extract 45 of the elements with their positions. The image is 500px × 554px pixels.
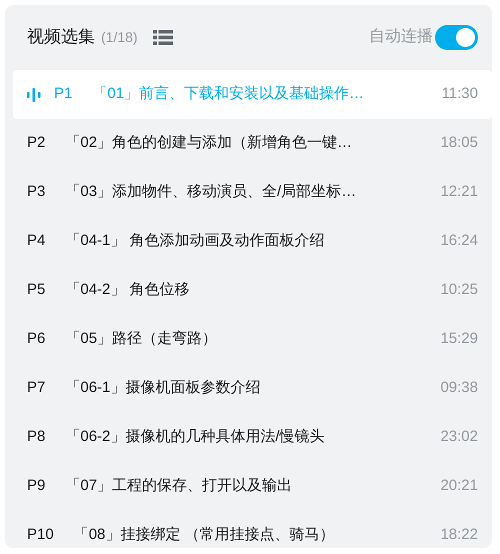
episode-item[interactable]: P2 「02」角色的创建与添加（新增角色一键… 18:05 bbox=[13, 119, 492, 168]
autoplay-label: 自动连播 bbox=[369, 27, 433, 47]
episode-number: P10 bbox=[27, 525, 54, 546]
episode-duration: 20:21 bbox=[440, 476, 478, 496]
episode-duration: 18:05 bbox=[440, 133, 478, 154]
episode-title: 「07」工程的保存、打开以及输出 bbox=[65, 476, 292, 496]
episode-item[interactable]: P4 「04-1」 角色添加动画及动作面板介绍 16:24 bbox=[13, 217, 492, 266]
episode-item[interactable]: P7 「06-1」摄像机面板参数介绍 09:38 bbox=[13, 364, 492, 413]
episode-title: 「01」前言、下载和安装以及基础操作… bbox=[92, 84, 364, 104]
episode-item[interactable]: P6 「05」路径（走弯路） 15:29 bbox=[13, 315, 492, 364]
episode-title: 「06-2」摄像机的几种具体用法/慢镜头 bbox=[65, 427, 325, 448]
episode-item[interactable]: P8 「06-2」摄像机的几种具体用法/慢镜头 23:02 bbox=[13, 413, 492, 462]
episode-number: P4 bbox=[27, 231, 46, 252]
episode-item[interactable]: P5 「04-2」 角色位移 10:25 bbox=[13, 266, 492, 315]
episode-item[interactable]: P9 「07」工程的保存、打开以及输出 20:21 bbox=[13, 462, 492, 511]
episode-title: 「05」路径（走弯路） bbox=[65, 329, 218, 350]
episode-duration: 10:25 bbox=[440, 280, 478, 300]
episode-duration: 16:24 bbox=[440, 231, 478, 252]
playing-icon bbox=[27, 88, 41, 102]
episode-number: P9 bbox=[27, 476, 46, 496]
episode-number: P2 bbox=[27, 133, 46, 154]
episode-item[interactable]: P10 「08」挂接绑定 （常用挂接点、骑马） 18:22 bbox=[13, 511, 492, 548]
episode-duration: 23:02 bbox=[440, 427, 478, 448]
episode-duration: 09:38 bbox=[440, 378, 478, 398]
episode-duration: 15:29 bbox=[440, 329, 478, 350]
episode-title: 「04-2」 角色位移 bbox=[65, 280, 190, 300]
list-icon[interactable] bbox=[152, 30, 173, 44]
episode-title: 「08」挂接绑定 （常用挂接点、骑马） bbox=[74, 525, 335, 546]
episode-number: P7 bbox=[27, 378, 46, 398]
episode-title: 「02」角色的创建与添加（新增角色一键… bbox=[65, 133, 352, 154]
episode-duration: 11:30 bbox=[442, 84, 478, 104]
autoplay-toggle[interactable] bbox=[435, 24, 478, 50]
episode-item[interactable]: P3 「03」添加物件、移动演员、全/局部坐标… 12:21 bbox=[13, 168, 492, 217]
episode-title: 「04-1」 角色添加动画及动作面板介绍 bbox=[65, 231, 325, 252]
episode-count: (1/18) bbox=[101, 28, 138, 47]
episode-title: 「06-1」摄像机面板参数介绍 bbox=[65, 378, 260, 398]
panel-title: 视频选集 bbox=[27, 26, 95, 48]
episode-number: P5 bbox=[27, 280, 46, 300]
episode-duration: 12:21 bbox=[440, 182, 478, 202]
episode-number: P1 bbox=[54, 84, 72, 104]
episode-duration: 18:22 bbox=[440, 525, 478, 546]
episode-number: P6 bbox=[27, 329, 46, 350]
episode-number: P3 bbox=[27, 182, 46, 202]
episode-number: P8 bbox=[27, 427, 46, 448]
episode-title: 「03」添加物件、移动演员、全/局部坐标… bbox=[65, 182, 356, 202]
